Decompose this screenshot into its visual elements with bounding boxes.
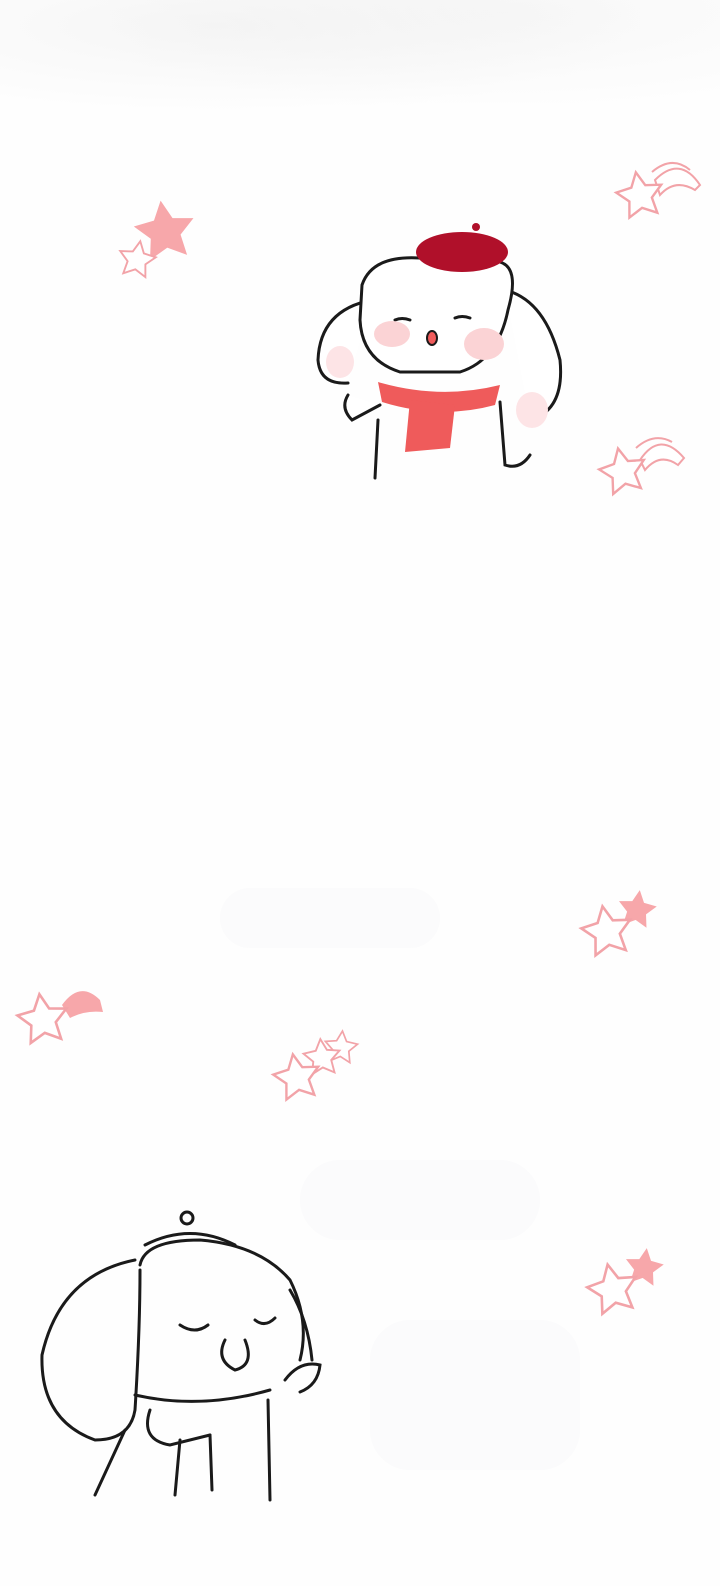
shooting-star-icon (612, 162, 702, 221)
illustration-canvas (13, 162, 702, 1502)
wallpaper-scene (0, 0, 720, 1586)
bunny-sleeping-character (40, 1210, 322, 1502)
shooting-star-icon (13, 989, 103, 1046)
beret-icon (416, 223, 508, 272)
star-cluster-icon (582, 1246, 665, 1318)
star-cluster-icon (269, 1028, 360, 1103)
scarf-icon (378, 382, 500, 452)
star-cluster-icon (576, 888, 658, 959)
star-cluster-icon (115, 197, 198, 280)
shooting-star-icon (594, 437, 686, 497)
